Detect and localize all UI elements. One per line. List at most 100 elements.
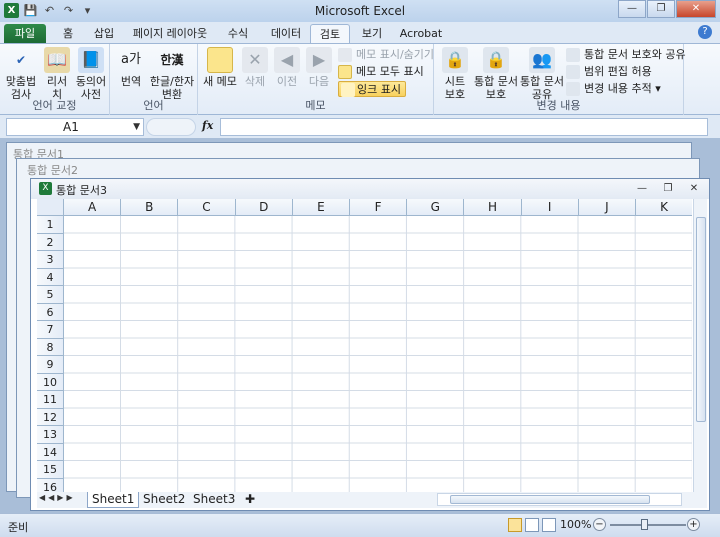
row-header[interactable]: 15 bbox=[37, 461, 64, 479]
row-header[interactable]: 14 bbox=[37, 443, 64, 461]
help-icon[interactable]: ? bbox=[698, 25, 712, 39]
group-label-changes: 변경 내용 bbox=[536, 99, 581, 112]
workbook-title: 통합 문서3 bbox=[56, 184, 107, 197]
sheet-tab-1[interactable]: Sheet1 bbox=[87, 492, 140, 508]
vertical-scroll-thumb[interactable] bbox=[696, 217, 706, 422]
tab-formulas[interactable]: 수식 bbox=[222, 24, 254, 43]
row-header[interactable]: 6 bbox=[37, 303, 64, 321]
formula-expand-handle[interactable] bbox=[146, 118, 196, 136]
translate-button[interactable]: a가 번역 bbox=[116, 47, 146, 88]
allow-edit-ranges-button[interactable]: 범위 편집 허용 bbox=[566, 64, 652, 80]
tab-data[interactable]: 데이터 bbox=[266, 24, 306, 43]
page-break-view-icon[interactable] bbox=[542, 518, 556, 532]
name-box-dropdown-icon[interactable]: ▼ bbox=[133, 119, 140, 135]
sheet-tab-2[interactable]: Sheet2 bbox=[139, 492, 189, 508]
insert-function-button[interactable]: fx bbox=[202, 119, 213, 132]
close-icon[interactable]: ✕ bbox=[676, 0, 716, 18]
row-header[interactable]: 9 bbox=[37, 356, 64, 374]
row-header[interactable]: 7 bbox=[37, 321, 64, 339]
insert-sheet-icon[interactable]: ✚ bbox=[241, 492, 259, 508]
status-bar: 준비 100% − + bbox=[0, 513, 720, 537]
hangul-hanja-button[interactable]: 한漢 한글/한자 변환 bbox=[148, 47, 196, 101]
spelling-button[interactable]: ✔ 맞춤법 검사 bbox=[4, 47, 38, 101]
hanja-icon: 한漢 bbox=[160, 53, 184, 67]
column-header[interactable]: G bbox=[407, 199, 465, 216]
column-header[interactable]: C bbox=[178, 199, 236, 216]
restore-icon[interactable]: ❐ bbox=[647, 0, 675, 18]
previous-comment-button[interactable]: ◀ 이전 bbox=[272, 47, 302, 88]
row-header[interactable]: 3 bbox=[37, 251, 64, 269]
row-header[interactable]: 13 bbox=[37, 426, 64, 444]
column-header[interactable]: F bbox=[350, 199, 408, 216]
zoom-in-icon[interactable]: + bbox=[687, 518, 700, 531]
select-all-corner[interactable] bbox=[37, 199, 64, 216]
column-header[interactable]: A bbox=[64, 199, 122, 216]
new-comment-button[interactable]: 새 메모 bbox=[202, 47, 238, 88]
ribbon: ✔ 맞춤법 검사 📖 리서치 📘 동의어 사전 언어 교정 a가 번역 한漢 한… bbox=[0, 43, 720, 115]
next-comment-button[interactable]: ▶ 다음 bbox=[304, 47, 334, 88]
group-language: a가 번역 한漢 한글/한자 변환 언어 bbox=[110, 44, 198, 115]
protect-share-button[interactable]: 통합 문서 보호와 공유 bbox=[566, 47, 686, 63]
research-button[interactable]: 📖 리서치 bbox=[42, 47, 72, 101]
zoom-slider[interactable] bbox=[610, 524, 686, 526]
row-header[interactable]: 1 bbox=[37, 216, 64, 234]
zoom-slider-handle[interactable] bbox=[641, 519, 648, 530]
chevron-down-icon: ▾ bbox=[655, 82, 661, 95]
tab-review[interactable]: 검토 bbox=[310, 24, 350, 43]
title-bar: X 💾 ↶ ↷ ▾ Microsoft Excel — ❐ ✕ bbox=[0, 0, 720, 22]
row-header[interactable]: 2 bbox=[37, 233, 64, 251]
row-header[interactable]: 8 bbox=[37, 338, 64, 356]
row-header[interactable]: 10 bbox=[37, 373, 64, 391]
horizontal-scrollbar[interactable] bbox=[437, 493, 682, 506]
horizontal-scroll-thumb[interactable] bbox=[450, 495, 650, 504]
worksheet-grid[interactable]: ABCDEFGHIJK 1 2 3 4 5 6 7 8 9 10 11 12 13 14 15 16 bbox=[37, 199, 692, 492]
tab-file[interactable]: 파일 bbox=[4, 24, 46, 43]
vertical-scrollbar[interactable] bbox=[693, 199, 707, 492]
column-header[interactable]: D bbox=[235, 199, 293, 216]
workbook-restore-icon[interactable]: ❐ bbox=[659, 181, 677, 196]
cell-area[interactable] bbox=[64, 216, 692, 492]
column-header[interactable]: H bbox=[464, 199, 522, 216]
column-header[interactable]: J bbox=[578, 199, 636, 216]
workbook-window-3[interactable]: X 통합 문서3 — ❐ ✕ ABCDEFGHIJK 1 2 3 4 5 6 7 8 9 10 11… bbox=[30, 178, 710, 511]
share-workbook-icon: 👥 bbox=[529, 47, 555, 73]
normal-view-icon[interactable] bbox=[508, 518, 522, 532]
track-changes-button[interactable]: 변경 내용 추적 ▾ bbox=[566, 81, 661, 97]
tab-insert[interactable]: 삽입 bbox=[88, 24, 120, 43]
tab-page-layout[interactable]: 페이지 레이아웃 bbox=[128, 24, 212, 43]
column-header[interactable]: K bbox=[636, 199, 692, 216]
column-header[interactable]: E bbox=[292, 199, 350, 216]
zoom-level[interactable]: 100% bbox=[560, 518, 591, 531]
name-box[interactable]: A1 ▼ bbox=[6, 118, 144, 136]
workbook-minimize-icon[interactable]: — bbox=[633, 181, 651, 196]
show-hide-comment-button[interactable]: 메모 표시/숨기기 bbox=[338, 47, 434, 63]
protect-sheet-button[interactable]: 🔒 시트 보호 bbox=[438, 47, 472, 101]
show-ink-button[interactable]: 잉크 표시 bbox=[338, 81, 406, 97]
tab-acrobat[interactable]: Acrobat bbox=[396, 24, 446, 43]
zoom-out-icon[interactable]: − bbox=[593, 518, 606, 531]
protect-workbook-button[interactable]: 🔒 통합 문서 보호 bbox=[474, 47, 518, 101]
sheet-navigation-arrows[interactable]: ◀◀▶▶ bbox=[39, 493, 76, 502]
row-header[interactable]: 16 bbox=[37, 478, 64, 492]
row-header[interactable]: 4 bbox=[37, 268, 64, 286]
formula-input[interactable] bbox=[220, 118, 708, 136]
row-header[interactable]: 12 bbox=[37, 408, 64, 426]
tab-view[interactable]: 보기 bbox=[356, 24, 388, 43]
thesaurus-button[interactable]: 📘 동의어 사전 bbox=[74, 47, 108, 101]
sheet-tab-3[interactable]: Sheet3 bbox=[189, 492, 239, 508]
protect-sheet-lock-icon: 🔒 bbox=[442, 47, 468, 73]
window-title: Microsoft Excel bbox=[314, 4, 406, 18]
column-header[interactable]: I bbox=[521, 199, 579, 216]
show-all-comments-button[interactable]: 메모 모두 표시 bbox=[338, 64, 424, 80]
delete-comment-icon: ✕ bbox=[242, 47, 268, 73]
new-comment-icon bbox=[207, 47, 233, 73]
row-header[interactable]: 5 bbox=[37, 286, 64, 304]
row-header[interactable]: 11 bbox=[37, 391, 64, 409]
delete-comment-button[interactable]: ✕ 삭제 bbox=[240, 47, 270, 88]
tab-home[interactable]: 홈 bbox=[56, 24, 80, 43]
column-header[interactable]: B bbox=[121, 199, 179, 216]
minimize-icon[interactable]: — bbox=[618, 0, 646, 18]
share-workbook-button[interactable]: 👥 통합 문서 공유 bbox=[520, 47, 564, 101]
workbook-close-icon[interactable]: ✕ bbox=[685, 181, 703, 196]
page-layout-view-icon[interactable] bbox=[525, 518, 539, 532]
